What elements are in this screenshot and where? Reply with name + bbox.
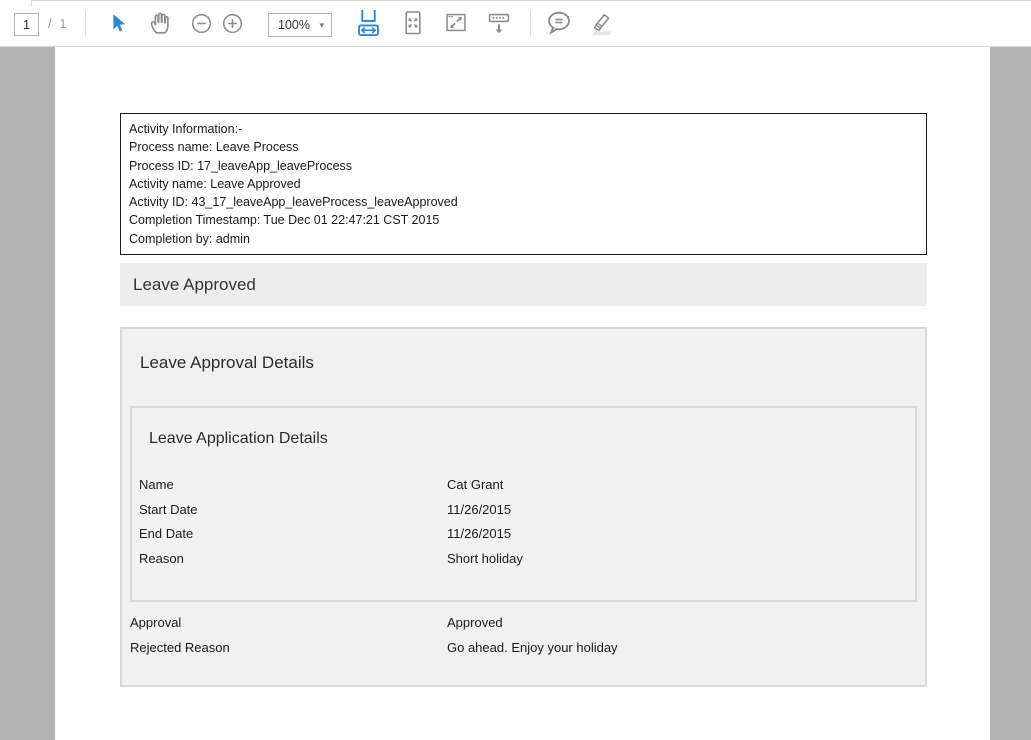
select-cursor-icon bbox=[107, 12, 129, 37]
field-label: Start Date bbox=[139, 502, 447, 517]
leave-application-details-panel: Leave Application Details Name Cat Grant… bbox=[130, 406, 917, 602]
field-value: Short holiday bbox=[447, 551, 523, 566]
document-header-bar: Leave Approved bbox=[120, 263, 927, 306]
activity-info-line: Activity name: Leave Approved bbox=[129, 175, 918, 193]
field-row-end-date: End Date 11/26/2015 bbox=[139, 521, 908, 546]
field-value: 11/26/2015 bbox=[447, 526, 511, 541]
field-value: Go ahead. Enjoy your holiday bbox=[447, 640, 618, 655]
document-header-title: Leave Approved bbox=[133, 275, 256, 295]
hand-tool-button[interactable] bbox=[146, 11, 173, 37]
activity-info-line: Completion Timestamp: Tue Dec 01 22:47:2… bbox=[129, 211, 918, 229]
chevron-down-icon: ▾ bbox=[319, 21, 324, 30]
highlighter-icon bbox=[586, 10, 617, 41]
pdf-toolbar: / 1 bbox=[0, 0, 1031, 47]
activity-info-line: Activity ID: 43_17_leaveApp_leaveProcess… bbox=[129, 193, 918, 211]
field-label: Approval bbox=[130, 615, 447, 630]
hide-toolbar-button[interactable] bbox=[485, 12, 512, 37]
comment-tool-button[interactable] bbox=[545, 12, 573, 37]
highlight-tool-button[interactable] bbox=[585, 11, 617, 39]
zoom-in-icon bbox=[221, 12, 244, 38]
field-value: Approved bbox=[447, 615, 503, 630]
fit-width-button[interactable] bbox=[355, 10, 382, 38]
zoom-out-icon bbox=[190, 12, 213, 38]
field-label: Rejected Reason bbox=[130, 640, 447, 655]
hand-pan-icon bbox=[147, 10, 173, 39]
page-count-label: / 1 bbox=[48, 16, 68, 31]
activity-info-line: Process name: Leave Process bbox=[129, 138, 918, 156]
field-row-reason: Reason Short holiday bbox=[139, 546, 908, 571]
field-label: Reason bbox=[139, 551, 447, 566]
toolbar-separator bbox=[85, 10, 86, 36]
comment-bubble-icon bbox=[545, 10, 573, 39]
toolbar-collapse-icon bbox=[486, 11, 512, 38]
leave-approval-details-panel: Leave Approval Details Leave Application… bbox=[120, 327, 927, 687]
approval-fields: Approval Approved Rejected Reason Go ahe… bbox=[130, 610, 917, 659]
zoom-level-select[interactable]: 100% ▾ bbox=[268, 13, 332, 37]
field-value: 11/26/2015 bbox=[447, 502, 511, 517]
activity-info-line: Process ID: 17_leaveApp_leaveProcess bbox=[129, 157, 918, 175]
fullscreen-button[interactable] bbox=[443, 12, 468, 36]
application-fields: Name Cat Grant Start Date 11/26/2015 End… bbox=[139, 472, 908, 571]
zoom-level-value: 100% bbox=[278, 18, 310, 32]
approval-panel-title: Leave Approval Details bbox=[140, 353, 314, 373]
select-tool-button[interactable] bbox=[105, 12, 131, 36]
fit-page-button[interactable] bbox=[400, 11, 425, 37]
field-value: Cat Grant bbox=[447, 477, 503, 492]
field-row-start-date: Start Date 11/26/2015 bbox=[139, 497, 908, 522]
application-panel-title: Leave Application Details bbox=[149, 430, 328, 448]
activity-information-box: Activity Information:- Process name: Lea… bbox=[120, 113, 927, 255]
frame-top-line bbox=[31, 0, 1031, 1]
page-number-input[interactable] bbox=[14, 13, 39, 36]
document-canvas[interactable]: Activity Information:- Process name: Lea… bbox=[0, 46, 1031, 740]
field-row-name: Name Cat Grant bbox=[139, 472, 908, 497]
toolbar-separator bbox=[530, 10, 531, 36]
activity-info-line: Activity Information:- bbox=[129, 120, 918, 138]
activity-info-line: Completion by: admin bbox=[129, 230, 918, 248]
fit-width-icon bbox=[356, 9, 381, 40]
pdf-viewer: / 1 bbox=[0, 0, 1031, 740]
field-row-approval: Approval Approved bbox=[130, 610, 917, 635]
pdf-page: Activity Information:- Process name: Lea… bbox=[55, 46, 990, 740]
fit-page-icon bbox=[401, 10, 425, 39]
zoom-out-button[interactable] bbox=[189, 13, 213, 37]
zoom-in-button[interactable] bbox=[220, 13, 244, 37]
field-row-rejected-reason: Rejected Reason Go ahead. Enjoy your hol… bbox=[130, 635, 917, 660]
fullscreen-icon bbox=[444, 11, 468, 37]
field-label: Name bbox=[139, 477, 447, 492]
frame-top-corner bbox=[31, 0, 32, 7]
field-label: End Date bbox=[139, 526, 447, 541]
